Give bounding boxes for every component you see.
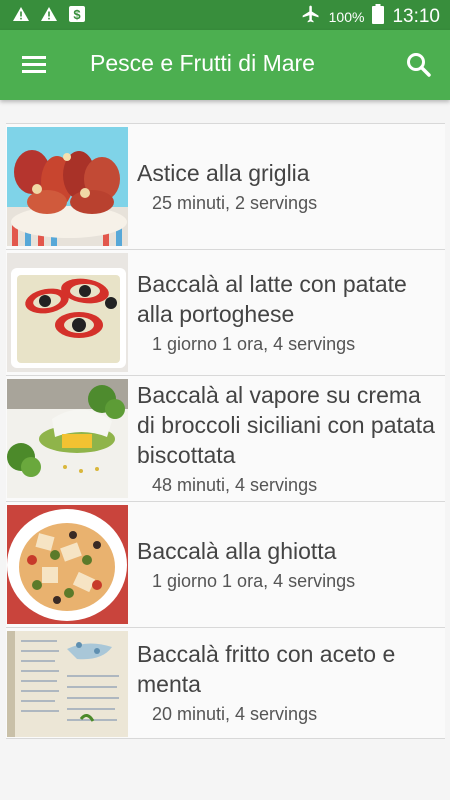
app-notification-icon: $ — [68, 5, 86, 28]
svg-text:$: $ — [73, 7, 81, 22]
recipe-item[interactable]: Baccalà al vapore su crema di broccoli s… — [6, 375, 445, 501]
app-bar: Pesce e Frutti di Mare — [0, 30, 450, 100]
recipe-thumbnail — [7, 505, 128, 624]
status-bar: $ 100% 13:10 — [0, 0, 450, 30]
recipe-item[interactable]: Baccalà fritto con aceto e menta 20 minu… — [6, 627, 445, 739]
recipe-list: Astice alla griglia 25 minuti, 2 serving… — [6, 123, 445, 739]
recipe-title: Baccalà fritto con aceto e menta — [137, 641, 396, 697]
search-icon — [407, 53, 431, 77]
menu-button[interactable] — [20, 52, 50, 78]
recipe-meta: 48 minuti, 4 servings — [152, 474, 318, 495]
hamburger-menu-icon — [22, 56, 46, 73]
airplane-mode-icon — [301, 4, 321, 29]
recipe-thumbnail — [7, 253, 128, 372]
recipe-thumbnail — [7, 127, 128, 246]
recipe-item[interactable]: Baccalà alla ghiotta 1 giorno 1 ora, 4 s… — [6, 501, 445, 627]
recipe-thumbnail — [7, 631, 128, 737]
recipe-meta: 1 giorno 1 ora, 4 servings — [152, 333, 356, 354]
warning-icon — [40, 6, 58, 27]
battery-percent: 100% — [328, 8, 365, 25]
recipe-thumbnail — [7, 379, 128, 498]
warning-icon — [12, 6, 30, 27]
recipe-title: Astice alla griglia — [137, 159, 310, 186]
recipe-item[interactable]: Astice alla griglia 25 minuti, 2 serving… — [6, 123, 445, 249]
page-title: Pesce e Frutti di Mare — [90, 50, 315, 76]
recipe-title: Baccalà al latte con patate alla portogh… — [137, 270, 407, 327]
clock: 13:10 — [392, 5, 440, 27]
search-button[interactable] — [404, 50, 434, 80]
recipe-meta: 25 minuti, 2 servings — [152, 192, 318, 213]
battery-icon — [372, 4, 385, 29]
recipe-title: Baccalà al vapore su crema di broccoli s… — [137, 381, 435, 468]
recipe-meta: 1 giorno 1 ora, 4 servings — [152, 570, 356, 591]
recipe-item[interactable]: Baccalà al latte con patate alla portogh… — [6, 249, 445, 375]
recipe-meta: 20 minuti, 4 servings — [152, 704, 318, 724]
recipe-title: Baccalà alla ghiotta — [137, 537, 337, 564]
